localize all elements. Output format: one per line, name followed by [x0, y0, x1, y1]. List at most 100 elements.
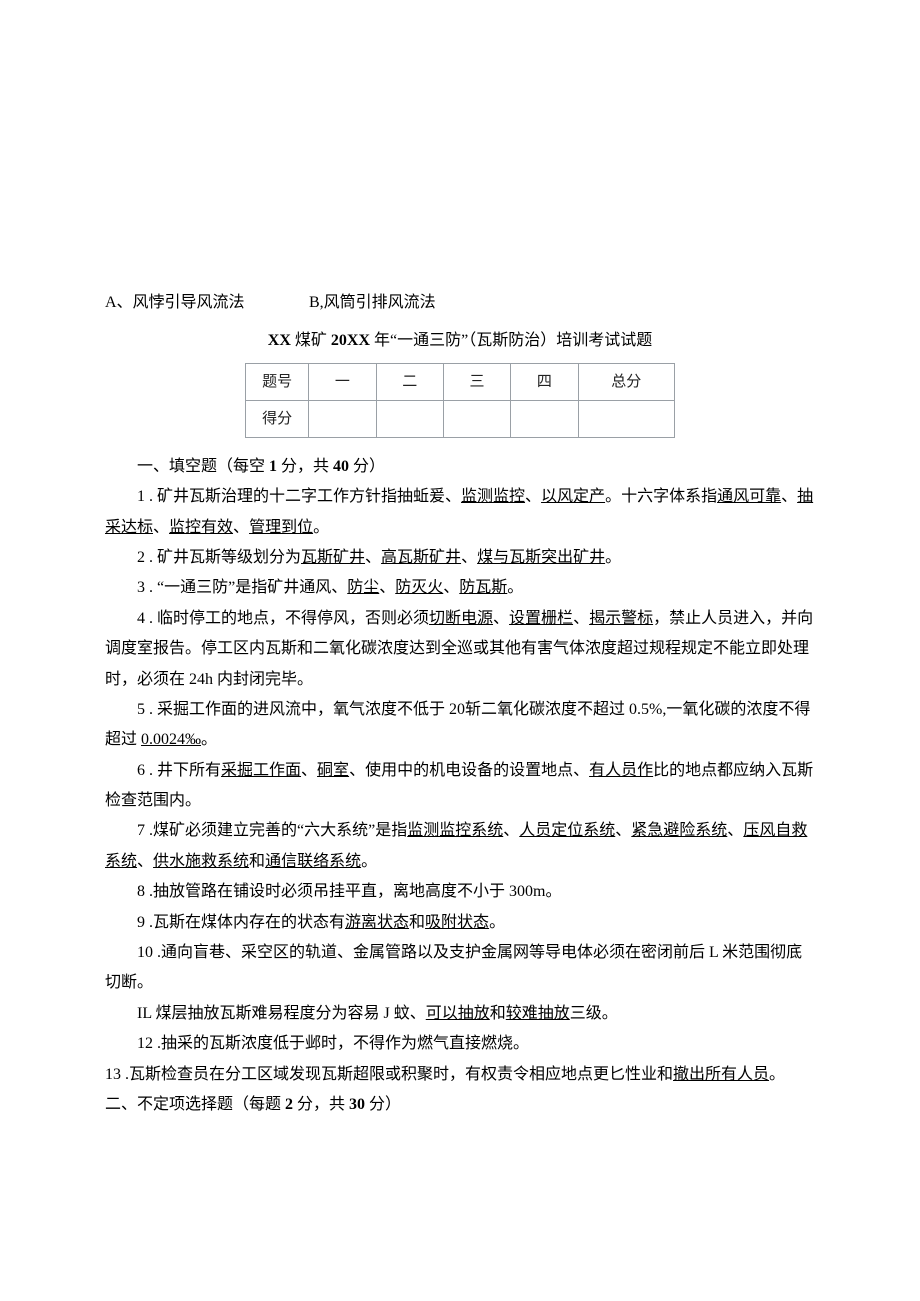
q6-blank: 有人员作: [589, 762, 653, 779]
question-3: 3 . “一通三防”是指矿井通风、防尘、防灭火、防瓦斯。: [105, 573, 815, 603]
cell-label: 题号: [246, 363, 309, 400]
q1-blank: 以风定产: [541, 488, 605, 505]
option-line: A、风悖引导风流法 B,风筒引排风流法: [105, 288, 815, 318]
q1-text: 、: [781, 488, 797, 505]
q4-blank: 切断电源: [429, 610, 493, 627]
q11-blank: 可以抽放: [426, 1005, 490, 1022]
question-8: 8 .抽放管路在铺设时必须吊挂平直，离地高度不小于 300m。: [105, 877, 815, 907]
table-row: 题号 一 二 三 四 总分: [246, 363, 675, 400]
q7-text: 、: [615, 822, 631, 839]
q7-text: 、: [727, 822, 743, 839]
q3-text: 。: [507, 579, 523, 596]
cell-col4: 四: [511, 363, 578, 400]
q1-text: 1 . 矿井瓦斯治理的十二字工作方针指抽蚯爰、: [137, 488, 461, 505]
cell-col2: 二: [376, 363, 443, 400]
heading-text: 分，共: [293, 1096, 349, 1113]
q7-blank: 人员定位系统: [519, 822, 615, 839]
q4-text: 、: [573, 610, 589, 627]
title-rest: 年“一通三防”（瓦斯防治）培训考试试题: [370, 332, 652, 349]
question-2: 2 . 矿井瓦斯等级划分为瓦斯矿井、高瓦斯矿井、煤与瓦斯突出矿井。: [105, 543, 815, 573]
q1-text: 。十六字体系指: [605, 488, 717, 505]
question-4: 4 . 临时停工的地点，不得停风，否则必须切断电源、设置栅栏、揭示警标，禁止人员…: [105, 604, 815, 695]
q4-blank: 揭示警标: [589, 610, 653, 627]
q13-blank: 撤出所有人员: [673, 1066, 769, 1083]
cell-blank: [443, 400, 510, 437]
option-b: B,风筒引排风流法: [309, 288, 436, 318]
cell-blank: [511, 400, 578, 437]
q4-text: 、: [493, 610, 509, 627]
q7-blank: 紧急避险系统: [631, 822, 727, 839]
q3-text: 、: [443, 579, 459, 596]
q7-text: 、: [503, 822, 519, 839]
q7-blank: 监测监控系统: [407, 822, 503, 839]
q5-text: 。: [201, 731, 217, 748]
q7-text: 和: [249, 853, 265, 870]
q2-text: 2 . 矿井瓦斯等级划分为: [137, 549, 301, 566]
q13-text: 。: [769, 1066, 785, 1083]
q6-text: 、使用中的机电设备的设置地点、: [349, 762, 589, 779]
q1-blank: 监控有效: [169, 519, 233, 536]
document-page: A、风悖引导风流法 B,风筒引排风流法 XX 煤矿 20XX 年“一通三防”（瓦…: [0, 0, 920, 1301]
heading-points: 1: [269, 458, 277, 475]
q9-text: 。: [489, 914, 505, 931]
section-1-heading: 一、填空题（每空 1 分，共 40 分）: [105, 452, 815, 482]
q7-text: 。: [361, 853, 377, 870]
cell-blank: [578, 400, 674, 437]
q6-text: 、: [301, 762, 317, 779]
q1-text: 、: [233, 519, 249, 536]
cell-col3: 三: [443, 363, 510, 400]
cell-blank: [376, 400, 443, 437]
score-table: 题号 一 二 三 四 总分 得分: [245, 363, 675, 438]
q2-blank: 高瓦斯矿井: [381, 549, 461, 566]
q2-blank: 瓦斯矿井: [301, 549, 365, 566]
q2-text: 。: [605, 549, 621, 566]
q13-text: 13 .瓦斯检查员在分工区域发现瓦斯超限或积聚时，有权责令相应地点更匕性业和: [105, 1066, 673, 1083]
q12-text: 12 .抽采的瓦斯浓度低于邺时，不得作为燃气直接燃烧。: [137, 1035, 529, 1052]
question-1: 1 . 矿井瓦斯治理的十二字工作方针指抽蚯爰、监测监控、以风定产。十六字体系指通…: [105, 482, 815, 543]
heading-total: 40: [333, 458, 349, 475]
q2-text: 、: [365, 549, 381, 566]
question-13: 13 .瓦斯检查员在分工区域发现瓦斯超限或积聚时，有权责令相应地点更匕性业和撤出…: [105, 1060, 815, 1090]
q11-text: 三级。: [570, 1005, 618, 1022]
q3-blank: 防瓦斯: [459, 579, 507, 596]
question-12: 12 .抽采的瓦斯浓度低于邺时，不得作为燃气直接燃烧。: [105, 1029, 815, 1059]
table-row: 得分: [246, 400, 675, 437]
option-a: A、风悖引导风流法: [105, 288, 305, 318]
cell-total: 总分: [578, 363, 674, 400]
heading-text: 一、填空题（每空: [137, 458, 269, 475]
q3-text: 、: [379, 579, 395, 596]
question-7: 7 .煤矿必须建立完善的“六大系统”是指监测监控系统、人员定位系统、紧急避险系统…: [105, 816, 815, 877]
title-prefix: XX: [268, 332, 291, 349]
section-2-heading: 二、不定项选择题（每题 2 分，共 30 分）: [105, 1090, 815, 1120]
heading-text: 二、不定项选择题（每题: [105, 1096, 285, 1113]
q1-blank: 管理到位: [249, 519, 313, 536]
heading-text: 分）: [349, 458, 385, 475]
exam-title: XX 煤矿 20XX 年“一通三防”（瓦斯防治）培训考试试题: [105, 326, 815, 356]
q10-text: 10 .通向盲巷、采空区的轨道、金属管路以及支护金属网等导电体必须在密闭前后 L…: [105, 944, 802, 991]
q3-blank: 防尘: [347, 579, 379, 596]
q3-blank: 防灭火: [395, 579, 443, 596]
cell-label: 得分: [246, 400, 309, 437]
q11-blank: 较难抽放: [506, 1005, 570, 1022]
cell-blank: [309, 400, 376, 437]
q1-text: 、: [525, 488, 541, 505]
q7-blank: 通信联络系统: [265, 853, 361, 870]
q11-text: 和: [490, 1005, 506, 1022]
q9-text: 和: [409, 914, 425, 931]
question-11: IL 煤层抽放瓦斯难易程度分为容易 J 蚊、可以抽放和较难抽放三级。: [105, 999, 815, 1029]
heading-points: 2: [285, 1096, 293, 1113]
question-9: 9 .瓦斯在煤体内存在的状态有游离状态和吸附状态。: [105, 908, 815, 938]
question-6: 6 . 井下所有采掘工作面、硐室、使用中的机电设备的设置地点、有人员作比的地点都…: [105, 756, 815, 817]
title-year: 20XX: [331, 332, 370, 349]
q6-blank: 采掘工作面: [221, 762, 301, 779]
q1-blank: 通风可靠: [717, 488, 781, 505]
question-5: 5 . 采掘工作面的进风流中，氧气浓度不低于 20斩二氧化碳浓度不超过 0.5%…: [105, 695, 815, 756]
q1-blank: 监测监控: [461, 488, 525, 505]
question-10: 10 .通向盲巷、采空区的轨道、金属管路以及支护金属网等导电体必须在密闭前后 L…: [105, 938, 815, 999]
q1-text: 。: [313, 519, 329, 536]
q6-blank: 硐室: [317, 762, 349, 779]
q7-text: 7 .煤矿必须建立完善的“六大系统”是指: [137, 822, 407, 839]
q2-blank: 煤与瓦斯突出矿井: [477, 549, 605, 566]
heading-text: 分，共: [277, 458, 333, 475]
q7-text: 、: [137, 853, 153, 870]
